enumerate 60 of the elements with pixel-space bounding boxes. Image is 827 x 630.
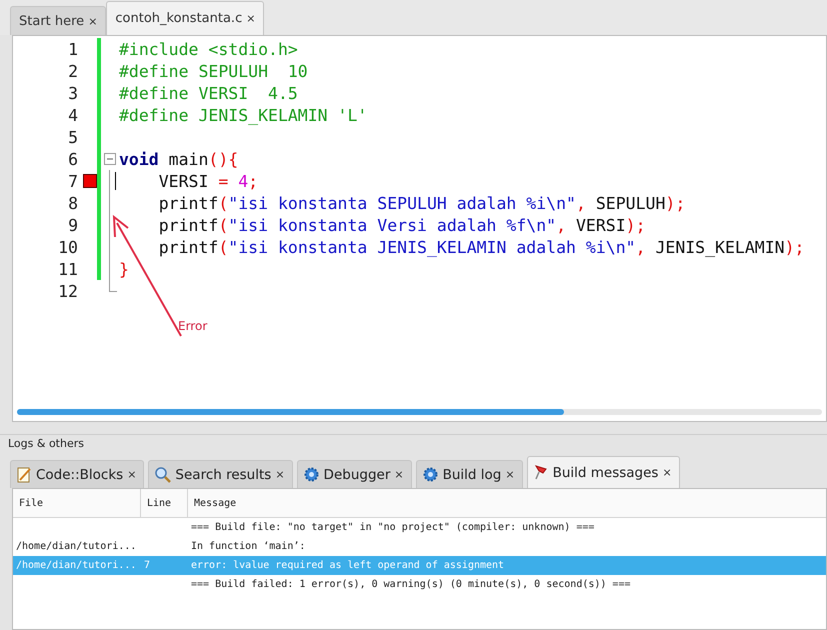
line-number: 10: [57, 238, 78, 256]
code-line: }: [119, 260, 129, 278]
table-cell: /home/dian/tutori...: [16, 560, 136, 571]
line-number: 5: [67, 128, 78, 146]
editor-tab[interactable]: Start here ×: [10, 6, 106, 35]
message-row[interactable]: /home/dian/tutori... In function ‘main’:: [13, 537, 826, 556]
column-header[interactable]: Line: [141, 489, 188, 517]
table-cell: === Build failed: 1 error(s), 0 warning(s) (0 minute(s), 0 second(s)) ===: [191, 579, 630, 590]
close-icon[interactable]: ×: [275, 468, 285, 481]
notepad-icon: [16, 466, 32, 484]
code-line: #define VERSI 4.5: [119, 84, 298, 102]
code-editor[interactable]: [12, 35, 827, 422]
code-line: #include <stdio.h>: [119, 40, 298, 58]
close-icon[interactable]: ×: [246, 12, 256, 25]
line-number: 3: [67, 84, 78, 102]
code-line: printf("isi konstanta SEPULUH adalah %i\n", SEPULUH);: [158, 194, 686, 212]
line-number: 8: [67, 194, 78, 212]
annotation-label: Error: [178, 319, 208, 333]
line-number: 1: [67, 40, 78, 58]
log-tab[interactable]: Build log ×: [416, 460, 523, 488]
close-icon[interactable]: ×: [127, 468, 136, 481]
close-icon[interactable]: ×: [505, 468, 515, 481]
gear-icon: [302, 466, 320, 483]
line-number: 7: [67, 172, 78, 190]
log-tab[interactable]: Search results ×: [148, 460, 293, 488]
horizontal-scrollbar[interactable]: [17, 409, 822, 415]
message-row[interactable]: === Build file: "no target" in "no project" (compiler: unknown) ===: [13, 518, 826, 537]
line-number: 2: [67, 62, 78, 80]
close-icon[interactable]: ×: [394, 468, 404, 481]
editor-tab[interactable]: contoh_konstanta.c ×: [106, 1, 264, 35]
code-line: void main(){: [119, 150, 238, 168]
code-line: VERSI = 4;: [158, 172, 258, 190]
column-header[interactable]: Message: [188, 489, 826, 517]
fold-collapse-icon[interactable]: [104, 153, 116, 165]
code-line: printf("isi konstanta Versi adalah %f\n", VERSI);: [158, 216, 646, 234]
gear-icon: [422, 466, 439, 483]
table-cell: === Build file: "no target" in "no project" (compiler: unknown) ===: [191, 522, 594, 533]
table-cell: In function ‘main’:: [191, 541, 306, 552]
line-number: 11: [57, 260, 78, 278]
text-cursor: [115, 172, 116, 190]
close-icon[interactable]: ×: [88, 14, 98, 28]
close-icon[interactable]: ×: [662, 466, 672, 479]
search-icon: [154, 466, 172, 483]
line-number: 12: [57, 282, 78, 300]
table-cell: /home/dian/tutori...: [16, 541, 136, 552]
code-line: printf("isi konstanta JENIS_KELAMIN adalah %i\n", JENIS_KELAMIN);: [158, 238, 804, 256]
line-number: 9: [67, 216, 78, 234]
log-tab[interactable]: Build messages ×: [526, 456, 680, 488]
table-cell: 7: [144, 560, 150, 571]
line-number: 6: [67, 150, 78, 168]
log-tab[interactable]: Code::Blocks ×: [10, 460, 144, 488]
table-cell: error: lvalue required as left operand of assignment: [191, 560, 504, 571]
code-line: #define SEPULUH 10: [119, 62, 308, 80]
column-header[interactable]: File: [13, 489, 141, 517]
panel-title: Logs & others: [7, 436, 85, 452]
code-line: #define JENIS_KELAMIN 'L': [119, 106, 368, 124]
log-tab[interactable]: Debugger ×: [296, 460, 412, 488]
pin-icon: [532, 464, 549, 481]
message-row[interactable]: === Build failed: 1 error(s), 0 warning(s) (0 minute(s), 0 second(s)) ===: [13, 575, 826, 594]
line-number: 4: [67, 106, 78, 124]
